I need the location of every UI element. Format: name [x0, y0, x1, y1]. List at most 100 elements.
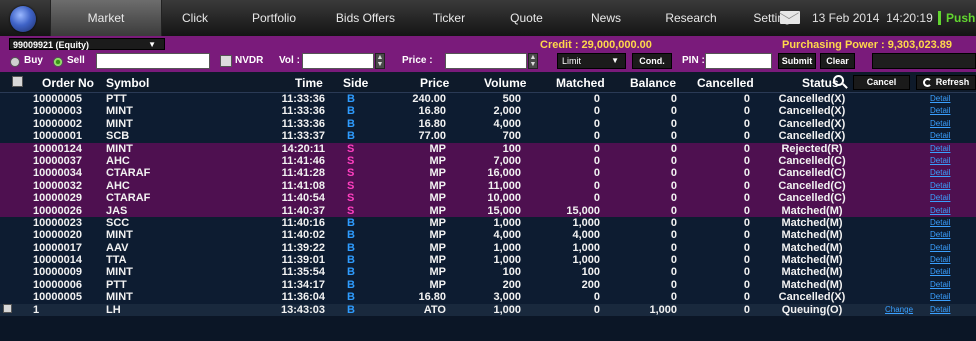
- volume-input[interactable]: [302, 53, 374, 69]
- cell-price: MP: [429, 154, 447, 167]
- table-row[interactable]: 10000017 AAV 11:39:22 B MP 1,000 1,000 0 0 Matche…: [0, 241, 976, 255]
- cell-side: B: [347, 130, 355, 143]
- detail-link[interactable]: Detail: [930, 217, 950, 229]
- cell-status: Cancelled(C): [778, 154, 846, 167]
- cell-order-no: 10000124: [33, 142, 82, 155]
- cell-time: 11:41:08: [281, 179, 325, 192]
- cell-balance: 0: [670, 117, 677, 130]
- table-row[interactable]: 10000020 MINT 11:40:02 B MP 4,000 4,000 0 0 Match…: [0, 229, 976, 242]
- account-select[interactable]: 99009921 (Equity) ▼: [9, 38, 165, 50]
- detail-link[interactable]: Detail: [930, 266, 950, 278]
- pin-input[interactable]: [705, 53, 772, 69]
- buy-radio[interactable]: [10, 57, 20, 67]
- cell-side: S: [347, 192, 355, 205]
- cell-time: 11:40:54: [281, 192, 325, 205]
- detail-link[interactable]: Detail: [930, 242, 950, 254]
- search-icon[interactable]: [833, 75, 844, 86]
- detail-link[interactable]: Detail: [930, 167, 950, 179]
- cell-status: Matched(M): [781, 204, 843, 217]
- menu-market[interactable]: Market: [50, 0, 162, 36]
- table-row[interactable]: 10000005 MINT 11:36:04 B 16.80 3,000 0 0 0 Cancel…: [0, 291, 976, 304]
- sell-radio[interactable]: [53, 57, 63, 67]
- cell-matched: 0: [593, 291, 600, 304]
- nvdr-checkbox[interactable]: [220, 55, 232, 67]
- detail-link[interactable]: Detail: [930, 180, 950, 192]
- menu-portfolio[interactable]: Portfolio: [230, 0, 318, 36]
- menu-news[interactable]: News: [568, 0, 644, 36]
- table-row[interactable]: 10000026 JAS 11:40:37 S MP 15,000 15,000 0 0 Matc…: [0, 204, 976, 217]
- col-cancelled: Cancelled: [697, 76, 754, 90]
- cell-time: 11:35:54: [281, 266, 325, 279]
- menu-research[interactable]: Research: [644, 0, 738, 36]
- table-row[interactable]: 10000037 AHC 11:41:46 S MP 7,000 0 0 0 Cancelled(…: [0, 154, 976, 168]
- symbol-input[interactable]: [96, 53, 210, 69]
- detail-link[interactable]: Detail: [930, 118, 950, 130]
- table-row[interactable]: 10000034 CTARAF 11:41:28 S MP 16,000 0 0 0 Cancel…: [0, 167, 976, 180]
- order-message-box: [872, 53, 976, 69]
- cell-side: B: [347, 291, 355, 304]
- cell-status: Cancelled(X): [778, 291, 846, 304]
- detail-link[interactable]: Detail: [930, 205, 950, 217]
- refresh-button[interactable]: Refresh: [916, 75, 976, 90]
- menu-quote[interactable]: Quote: [485, 0, 568, 36]
- table-row[interactable]: 10000124 MINT 14:20:11 S MP 100 0 0 0 Rejected(R)…: [0, 142, 976, 155]
- table-row[interactable]: 10000001 SCB 11:33:37 B 77.00 700 0 0 0 Cancelled…: [0, 130, 976, 143]
- cell-side: B: [347, 105, 355, 118]
- cond-button[interactable]: Cond.: [632, 53, 672, 69]
- cell-order-no: 10000017: [33, 241, 82, 254]
- select-all-checkbox[interactable]: [12, 76, 23, 87]
- clear-button[interactable]: Clear: [820, 53, 855, 69]
- detail-link[interactable]: Detail: [930, 304, 950, 316]
- detail-link[interactable]: Detail: [930, 229, 950, 241]
- cell-price: MP: [429, 142, 447, 155]
- table-row[interactable]: 10000009 MINT 11:35:54 B MP 100 100 0 0 Matched(M…: [0, 266, 976, 279]
- cancel-orders-button[interactable]: Cancel: [853, 75, 910, 90]
- cell-symbol: MINT: [106, 266, 133, 279]
- detail-link[interactable]: Detail: [930, 155, 950, 167]
- price-stepper[interactable]: ▲ ▼: [528, 53, 538, 69]
- cell-side: S: [347, 204, 355, 217]
- detail-link[interactable]: Detail: [930, 192, 950, 204]
- detail-link[interactable]: Detail: [930, 254, 950, 266]
- price-input[interactable]: [445, 53, 527, 69]
- row-checkbox[interactable]: [3, 303, 12, 313]
- cell-volume: 1,000: [493, 216, 521, 229]
- cell-time: 11:33:36: [281, 105, 325, 118]
- detail-link[interactable]: Detail: [930, 291, 950, 303]
- order-type-select[interactable]: Limit ▼: [557, 53, 626, 69]
- cell-side: B: [347, 229, 355, 242]
- cell-balance: 0: [670, 204, 677, 217]
- submit-button[interactable]: Submit: [778, 53, 816, 69]
- table-row[interactable]: 10000005 PTT 11:33:36 B 240.00 500 0 0 0 Cancelle…: [0, 93, 976, 106]
- table-row[interactable]: 10000014 TTA 11:39:01 B MP 1,000 1,000 0 0 Matche…: [0, 254, 976, 267]
- change-link[interactable]: Change: [885, 304, 913, 316]
- cell-side: S: [347, 179, 355, 192]
- table-row[interactable]: 10000032 AHC 11:41:08 S MP 11,000 0 0 0 Cancelled…: [0, 179, 976, 193]
- cell-order-no: 10000002: [33, 117, 82, 130]
- table-row[interactable]: 10000023 SCC 11:40:16 B MP 1,000 1,000 0 0 Matche…: [0, 216, 976, 230]
- detail-link[interactable]: Detail: [930, 105, 950, 117]
- volume-stepper[interactable]: ▲ ▼: [375, 53, 385, 69]
- cell-symbol: PTT: [106, 93, 127, 105]
- cell-order-no: 1: [33, 303, 40, 316]
- cell-status: Cancelled(C): [778, 192, 846, 205]
- cell-side: B: [347, 216, 355, 229]
- menu-click[interactable]: Click: [160, 0, 230, 36]
- table-row[interactable]: 10000006 PTT 11:34:17 B MP 200 200 0 0 Matched(M)…: [0, 278, 976, 292]
- table-row[interactable]: 10000002 MINT 11:33:36 B 16.80 4,000 0 0 0 Cancel…: [0, 117, 976, 131]
- detail-link[interactable]: Detail: [930, 279, 950, 291]
- menu-ticker[interactable]: Ticker: [413, 0, 485, 36]
- detail-link[interactable]: Detail: [930, 143, 950, 155]
- cell-price: 240.00: [412, 93, 446, 105]
- detail-link[interactable]: Detail: [930, 93, 950, 105]
- mail-icon[interactable]: [780, 11, 800, 24]
- cell-status: Cancelled(X): [778, 130, 846, 143]
- menu-settings[interactable]: Settings: [738, 0, 812, 36]
- table-row[interactable]: 1 LH 13:43:03 B ATO 1,000 0 1,000 0 Queuing(O) Cha…: [0, 303, 976, 317]
- detail-link[interactable]: Detail: [930, 130, 950, 142]
- cell-symbol: AHC: [106, 179, 130, 192]
- menu-bids-offers[interactable]: Bids Offers: [318, 0, 413, 36]
- table-row[interactable]: 10000003 MINT 11:33:36 B 16.80 2,000 0 0 0 Cancel…: [0, 105, 976, 118]
- table-row[interactable]: 10000029 CTARAF 11:40:54 S MP 10,000 0 0 0 Cancel…: [0, 192, 976, 205]
- cell-matched: 0: [593, 167, 600, 180]
